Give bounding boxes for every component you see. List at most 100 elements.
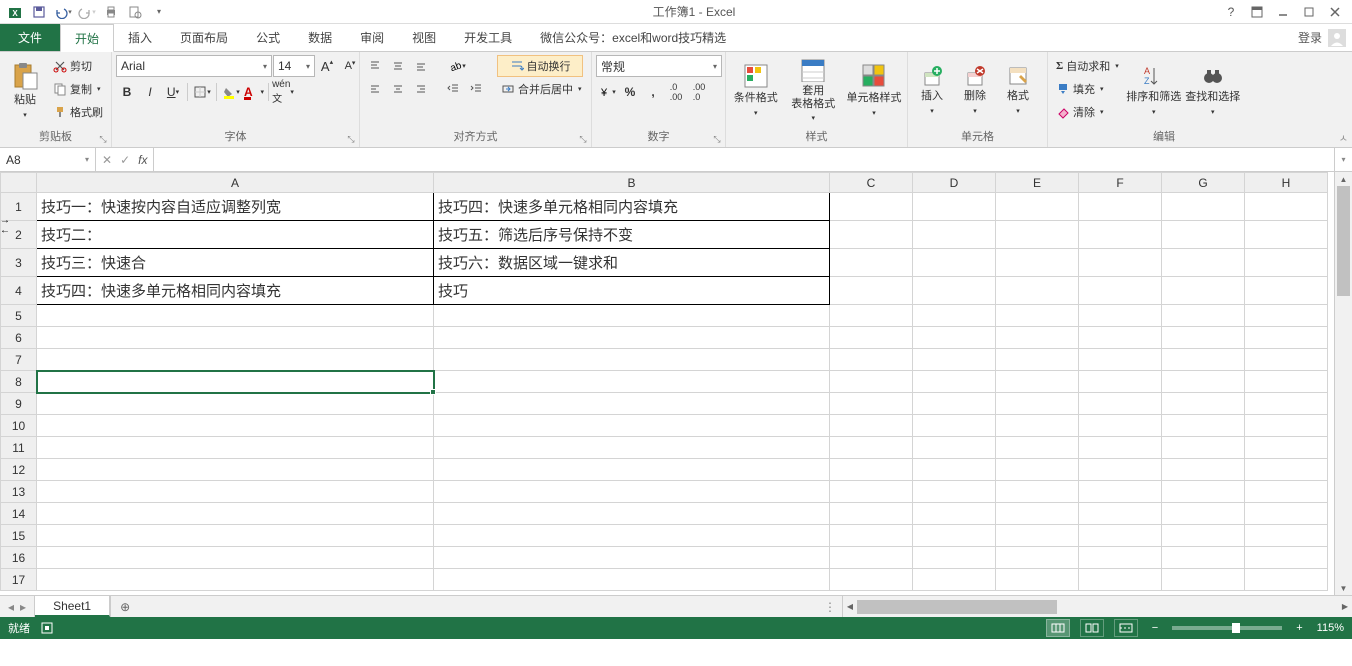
cell-A15[interactable] <box>37 525 434 547</box>
cell-B8[interactable] <box>434 371 830 393</box>
phonetic-button[interactable]: wén文▾ <box>272 81 294 103</box>
row-header-17[interactable]: 17 <box>1 569 37 591</box>
autosum-button[interactable]: Σ自动求和▾ <box>1052 55 1123 77</box>
cell-C1[interactable] <box>830 193 913 221</box>
cell-A3[interactable]: 技巧三：快速合 <box>37 249 434 277</box>
cut-button[interactable]: 剪切 <box>49 55 107 77</box>
cell-G12[interactable] <box>1162 459 1245 481</box>
cell-D9[interactable] <box>913 393 996 415</box>
insert-function-button[interactable]: fx <box>138 153 147 167</box>
new-sheet-button[interactable]: ⊕ <box>111 596 139 617</box>
tab-8[interactable]: 微信公众号：excel和word技巧精选 <box>526 24 740 51</box>
cell-C17[interactable] <box>830 569 913 591</box>
row-header-15[interactable]: 15 <box>1 525 37 547</box>
cell-G1[interactable] <box>1162 193 1245 221</box>
cell-E12[interactable] <box>996 459 1079 481</box>
cell-A12[interactable] <box>37 459 434 481</box>
cell-F11[interactable] <box>1079 437 1162 459</box>
cell-C13[interactable] <box>830 481 913 503</box>
increase-font-button[interactable]: A▴ <box>316 55 338 77</box>
cell-G7[interactable] <box>1162 349 1245 371</box>
cell-E4[interactable] <box>996 277 1079 305</box>
column-header-D[interactable]: D <box>913 173 996 193</box>
align-bottom-button[interactable] <box>410 55 432 77</box>
cell-H10[interactable] <box>1245 415 1328 437</box>
percent-button[interactable]: % <box>619 81 641 103</box>
formula-bar-expand-button[interactable]: ▾ <box>1334 148 1352 171</box>
cell-B11[interactable] <box>434 437 830 459</box>
row-header-3[interactable]: 3 <box>1 249 37 277</box>
cell-H12[interactable] <box>1245 459 1328 481</box>
cell-H9[interactable] <box>1245 393 1328 415</box>
cell-E6[interactable] <box>996 327 1079 349</box>
row-header-5[interactable]: 5 <box>1 305 37 327</box>
cell-A6[interactable] <box>37 327 434 349</box>
cell-E14[interactable] <box>996 503 1079 525</box>
excel-icon[interactable]: X <box>4 2 26 22</box>
tab-4[interactable]: 数据 <box>294 24 346 51</box>
cell-F16[interactable] <box>1079 547 1162 569</box>
cell-E17[interactable] <box>996 569 1079 591</box>
cell-E11[interactable] <box>996 437 1079 459</box>
find-select-button[interactable]: 查找和选择▾ <box>1185 55 1241 125</box>
delete-cells-button[interactable]: 删除▾ <box>955 55 995 125</box>
cell-G3[interactable] <box>1162 249 1245 277</box>
tab-1[interactable]: 插入 <box>114 24 166 51</box>
borders-button[interactable]: ▾ <box>191 81 213 103</box>
cell-G2[interactable] <box>1162 221 1245 249</box>
cell-F4[interactable] <box>1079 277 1162 305</box>
tab-7[interactable]: 开发工具 <box>450 24 526 51</box>
cell-H17[interactable] <box>1245 569 1328 591</box>
cell-A8[interactable] <box>37 371 434 393</box>
cell-H14[interactable] <box>1245 503 1328 525</box>
select-all-button[interactable] <box>1 173 37 193</box>
cell-G4[interactable] <box>1162 277 1245 305</box>
row-header-14[interactable]: 14 <box>1 503 37 525</box>
orientation-button[interactable]: ab▾ <box>442 55 472 77</box>
cell-H6[interactable] <box>1245 327 1328 349</box>
decrease-decimal-button[interactable]: .00.0 <box>688 81 710 103</box>
cell-B14[interactable] <box>434 503 830 525</box>
cell-C7[interactable] <box>830 349 913 371</box>
cell-D10[interactable] <box>913 415 996 437</box>
cancel-formula-button[interactable]: ✕ <box>102 153 112 167</box>
clear-button[interactable]: 清除▾ <box>1052 101 1123 123</box>
cell-D12[interactable] <box>913 459 996 481</box>
cell-G13[interactable] <box>1162 481 1245 503</box>
sheet-prev-button[interactable]: ◂ <box>8 600 14 614</box>
row-header-12[interactable]: 12 <box>1 459 37 481</box>
cell-D2[interactable] <box>913 221 996 249</box>
row-header-16[interactable]: 16 <box>1 547 37 569</box>
view-normal-button[interactable] <box>1046 619 1070 637</box>
underline-button[interactable]: U▾ <box>162 81 184 103</box>
view-page-break-button[interactable] <box>1114 619 1138 637</box>
cell-B10[interactable] <box>434 415 830 437</box>
cell-D17[interactable] <box>913 569 996 591</box>
macro-record-button[interactable] <box>40 621 54 635</box>
cell-A17[interactable] <box>37 569 434 591</box>
cell-C9[interactable] <box>830 393 913 415</box>
cell-H11[interactable] <box>1245 437 1328 459</box>
number-dialog-launcher[interactable]: ⤡ <box>711 133 723 145</box>
insert-cells-button[interactable]: 插入▾ <box>912 55 952 125</box>
print-preview-button[interactable] <box>124 2 146 22</box>
cell-C3[interactable] <box>830 249 913 277</box>
scroll-up-button[interactable]: ▲ <box>1335 172 1352 186</box>
font-name-select[interactable]: Arial▾ <box>116 55 272 77</box>
cell-A9[interactable] <box>37 393 434 415</box>
column-header-A[interactable]: A <box>37 173 434 193</box>
name-box[interactable]: A8▾ <box>0 148 96 171</box>
cell-F5[interactable] <box>1079 305 1162 327</box>
cell-E15[interactable] <box>996 525 1079 547</box>
ribbon-collapse-button[interactable]: ㅅ <box>1339 130 1348 145</box>
decrease-font-button[interactable]: A▾ <box>339 55 361 77</box>
cell-H3[interactable] <box>1245 249 1328 277</box>
cell-D1[interactable] <box>913 193 996 221</box>
column-header-F[interactable]: F <box>1079 173 1162 193</box>
cell-E9[interactable] <box>996 393 1079 415</box>
help-button[interactable]: ? <box>1218 2 1244 22</box>
conditional-format-button[interactable]: 条件格式▾ <box>730 55 782 125</box>
cell-E2[interactable] <box>996 221 1079 249</box>
cell-B4[interactable]: 技巧 <box>434 277 830 305</box>
cell-B3[interactable]: 技巧六：数据区域一键求和 <box>434 249 830 277</box>
